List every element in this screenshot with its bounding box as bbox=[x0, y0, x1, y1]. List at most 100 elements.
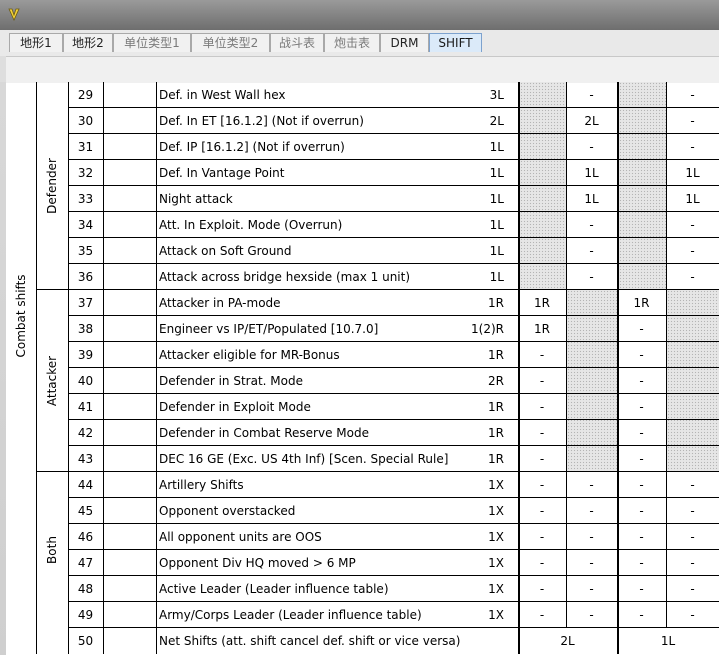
group-label: Both bbox=[45, 536, 59, 564]
row-number: 37 bbox=[77, 296, 94, 310]
row-shift-value: 1L bbox=[489, 140, 504, 154]
row-c3-value: - bbox=[639, 478, 644, 492]
row-c3-value: - bbox=[639, 322, 644, 336]
tab-7[interactable]: SHIFT bbox=[429, 33, 482, 52]
row-c4-value: - bbox=[690, 556, 695, 570]
row-c3-value: - bbox=[639, 348, 644, 362]
grid-line bbox=[68, 159, 719, 160]
row-c3-value: - bbox=[639, 452, 644, 466]
row-shift-value: 1(2)R bbox=[471, 322, 504, 336]
row-number: 39 bbox=[77, 348, 94, 362]
row-c2-value: - bbox=[589, 608, 594, 622]
row-shift-value: 1X bbox=[488, 504, 504, 518]
grid-line bbox=[68, 549, 719, 550]
row-shift-value: 1R bbox=[488, 400, 504, 414]
tab-0[interactable]: 地形1 bbox=[9, 33, 63, 52]
row-shift-value: 1L bbox=[489, 218, 504, 232]
row-c1-value: - bbox=[539, 582, 545, 596]
row-c2-value: - bbox=[589, 218, 594, 232]
total-left-value: 2L bbox=[560, 634, 575, 648]
total-row-description: Net Shifts (att. shift cancel def. shift… bbox=[159, 634, 461, 648]
row-shift-value: 1R bbox=[488, 348, 504, 362]
row-c2-value: 2L bbox=[584, 114, 599, 128]
row-description: Opponent Div HQ moved > 6 MP bbox=[159, 556, 356, 570]
row-c3-value: - bbox=[639, 504, 644, 518]
row-description: Night attack bbox=[159, 192, 233, 206]
row-number: 35 bbox=[77, 244, 94, 258]
total-row-number: 50 bbox=[77, 634, 94, 648]
row-number: 43 bbox=[77, 452, 94, 466]
grid-line bbox=[68, 237, 719, 238]
row-c1-value: - bbox=[539, 556, 545, 570]
row-c2-value: - bbox=[589, 270, 594, 284]
row-c3-value: - bbox=[639, 608, 644, 622]
row-c2-value: - bbox=[589, 556, 594, 570]
row-number: 42 bbox=[77, 426, 94, 440]
tab-3[interactable]: 单位类型2 bbox=[191, 33, 270, 52]
row-c4-value: - bbox=[690, 478, 695, 492]
tab-1[interactable]: 地形2 bbox=[63, 33, 113, 52]
row-c2-value: - bbox=[589, 504, 594, 518]
row-description: Defender in Combat Reserve Mode bbox=[159, 426, 369, 440]
row-shift-value: 1X bbox=[488, 608, 504, 622]
row-c3-value: - bbox=[639, 530, 644, 544]
row-number: 34 bbox=[77, 218, 94, 232]
row-number: 36 bbox=[77, 270, 94, 284]
row-description: Def. IP [16.1.2] (Not if overrun) bbox=[159, 140, 345, 154]
row-description: Army/Corps Leader (Leader influence tabl… bbox=[159, 608, 422, 622]
row-number: 45 bbox=[77, 504, 94, 518]
grid-line bbox=[68, 211, 719, 212]
row-description: Attack on Soft Ground bbox=[159, 244, 292, 258]
grid-line bbox=[68, 341, 719, 342]
row-description: Def. In ET [16.1.2] (Not if overrun) bbox=[159, 114, 364, 128]
hatched-area-defender-c1 bbox=[520, 82, 566, 290]
row-shift-value: 1X bbox=[488, 530, 504, 544]
grid-line bbox=[68, 82, 69, 654]
row-c1-value: - bbox=[539, 348, 545, 362]
tab-2[interactable]: 单位类型1 bbox=[113, 33, 191, 52]
row-description: DEC 16 GE (Exc. US 4th Inf) [Scen. Speci… bbox=[159, 452, 449, 466]
row-shift-value: 1R bbox=[488, 452, 504, 466]
row-c4-value: - bbox=[690, 140, 695, 154]
row-c4-value: - bbox=[690, 218, 695, 232]
row-description: Def. in West Wall hex bbox=[159, 88, 286, 102]
total-right-value: 1L bbox=[660, 634, 676, 648]
group-label: Defender bbox=[45, 158, 59, 214]
row-shift-value: 1X bbox=[488, 556, 504, 570]
tab-6[interactable]: DRM bbox=[380, 33, 429, 52]
row-c2-value: - bbox=[589, 530, 594, 544]
row-number: 29 bbox=[77, 88, 94, 102]
row-number: 41 bbox=[77, 400, 94, 414]
row-description: Active Leader (Leader influence table) bbox=[159, 582, 389, 596]
row-shift-value: 1L bbox=[489, 270, 504, 284]
row-c3-value: - bbox=[639, 400, 644, 414]
row-description: Att. In Exploit. Mode (Overrun) bbox=[159, 218, 343, 232]
row-c2-value: 1L bbox=[584, 166, 599, 180]
row-number: 48 bbox=[77, 582, 94, 596]
row-c4-value: - bbox=[690, 114, 695, 128]
row-description: Artillery Shifts bbox=[159, 478, 244, 492]
row-c1-value: - bbox=[539, 452, 545, 466]
row-c1-value: - bbox=[539, 374, 545, 388]
grid-line bbox=[68, 497, 719, 498]
row-c4-value: - bbox=[690, 504, 695, 518]
row-description: Attack across bridge hexside (max 1 unit… bbox=[159, 270, 411, 284]
row-shift-value: 1L bbox=[489, 166, 504, 180]
row-c1-value: - bbox=[539, 426, 545, 440]
row-number: 31 bbox=[77, 140, 94, 154]
row-c4-value: - bbox=[690, 608, 695, 622]
row-number: 32 bbox=[77, 166, 94, 180]
row-c1-value: - bbox=[539, 530, 545, 544]
section-label: Combat shifts bbox=[14, 274, 28, 358]
row-description: Engineer vs IP/ET/Populated [10.7.0] bbox=[159, 322, 379, 336]
tab-5[interactable]: 炮击表 bbox=[324, 33, 380, 52]
tab-4[interactable]: 战斗表 bbox=[270, 33, 324, 52]
row-c4-value: - bbox=[690, 270, 695, 284]
row-c4-value: - bbox=[690, 244, 695, 258]
row-description: Def. In Vantage Point bbox=[159, 166, 285, 180]
row-shift-value: 2R bbox=[488, 374, 504, 388]
row-shift-value: 1R bbox=[488, 296, 504, 310]
row-shift-value: 1X bbox=[488, 478, 504, 492]
grid-line bbox=[103, 82, 104, 654]
row-shift-value: 1X bbox=[488, 582, 504, 596]
